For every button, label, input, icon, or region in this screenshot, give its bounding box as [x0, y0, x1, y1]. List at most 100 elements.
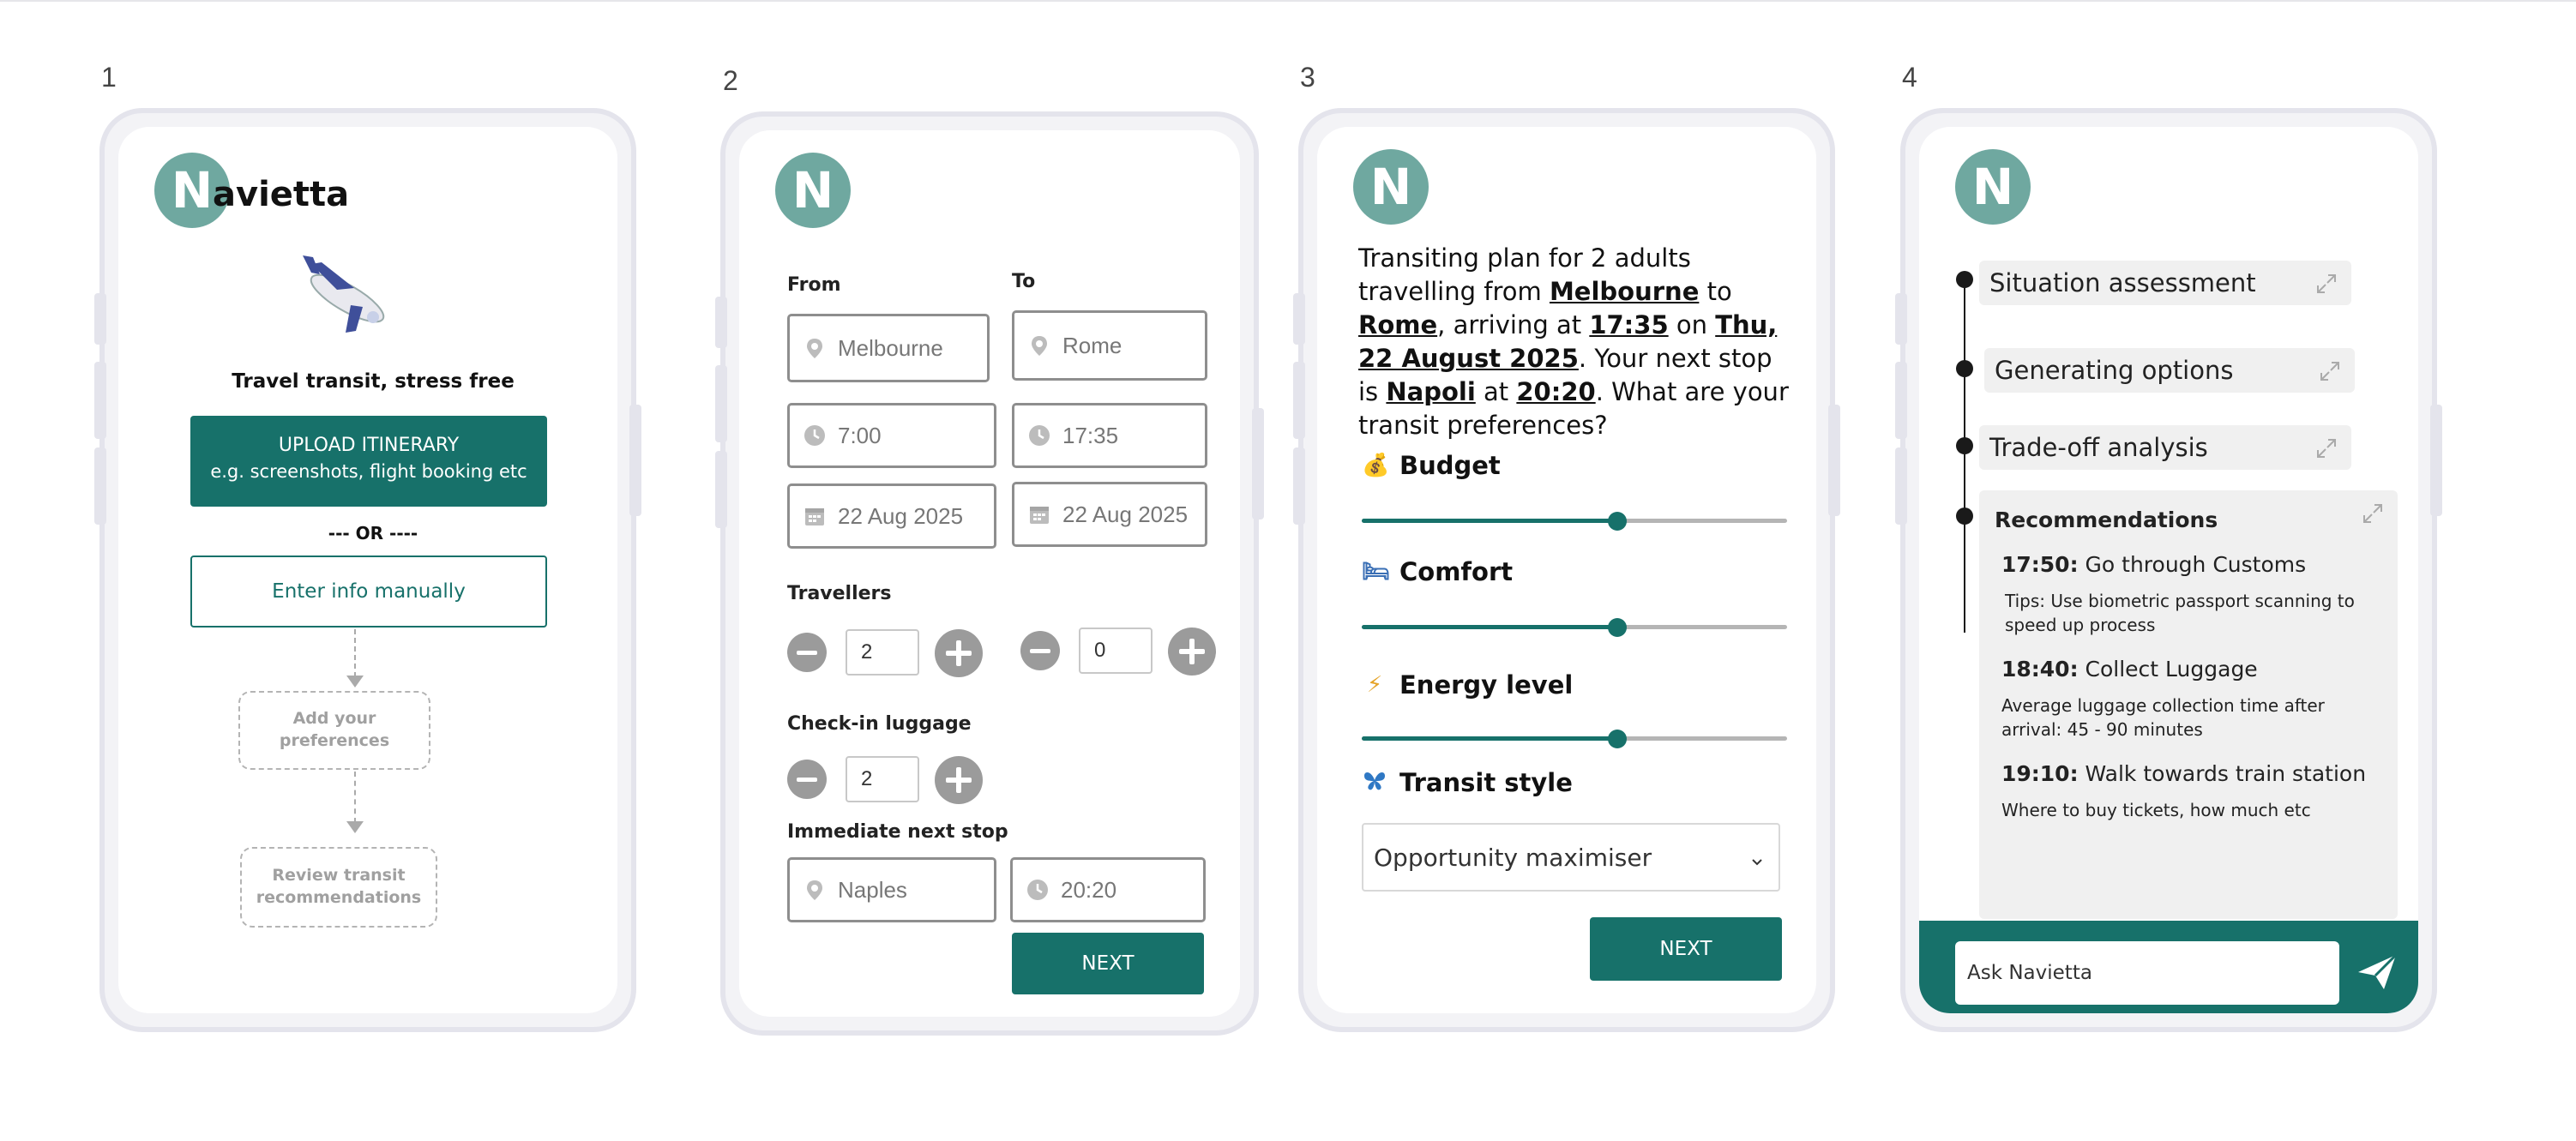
arrival-time-value: 17:35 — [1062, 422, 1119, 448]
recommendation-tip: Tips: Use biometric passport scanning to… — [2005, 591, 2355, 635]
departure-date-input[interactable]: 22 Aug 2025 — [787, 483, 996, 549]
budget-slider-thumb[interactable] — [1608, 512, 1627, 531]
upload-itinerary-button[interactable]: UPLOAD ITINERARY e.g. screenshots, fligh… — [190, 416, 547, 507]
transit-style-label: Transit style — [1399, 768, 1573, 797]
comfort-label: Comfort — [1399, 557, 1514, 586]
children-decrement-button[interactable] — [1020, 631, 1060, 670]
energy-label: Energy level — [1399, 670, 1574, 700]
app-logo-avatar: N — [1955, 149, 2031, 225]
comfort-preference: 🛏 Comfort — [1362, 557, 1513, 586]
arrival-time-input[interactable]: 17:35 — [1012, 403, 1207, 468]
location-pin-icon — [1028, 334, 1050, 357]
clock-icon — [1026, 879, 1049, 901]
adults-increment-button[interactable] — [935, 629, 983, 677]
summary-text: , arriving at — [1437, 310, 1590, 339]
expand-icon[interactable] — [2319, 359, 2341, 381]
transit-style-select[interactable]: Opportunity maximiser — [1362, 823, 1780, 892]
timeline-dot — [1956, 271, 1973, 288]
recommendation-action: Walk towards train station — [2085, 761, 2367, 786]
luggage-decrement-button[interactable] — [787, 760, 827, 799]
comfort-slider-thumb[interactable] — [1608, 618, 1627, 637]
from-input[interactable]: Melbourne — [787, 314, 990, 382]
butterfly-icon — [1362, 769, 1387, 797]
departure-time-input[interactable]: 7:00 — [787, 403, 996, 468]
phone-frame-1: N avietta Travel transit, stress free UP… — [94, 108, 641, 1032]
recommendation-item: 19:10: Walk towards train station Where … — [2001, 761, 2379, 822]
app-logo-avatar: N — [775, 153, 851, 228]
next-stop-city: Napoli — [1386, 377, 1476, 406]
recommendation-action: Go through Customs — [2085, 552, 2307, 577]
transit-style-value: Opportunity maximiser — [1374, 843, 1652, 872]
upload-button-title: UPLOAD ITINERARY — [278, 435, 460, 456]
timeline-dot — [1956, 360, 1973, 377]
adults-decrement-button[interactable] — [787, 633, 827, 672]
summary-text: to — [1699, 277, 1732, 306]
energy-slider-thumb[interactable] — [1608, 730, 1627, 748]
expand-icon[interactable] — [2315, 436, 2338, 459]
recommendations-panel: Recommendations 17:50: Go through Custom… — [1979, 490, 2398, 919]
calendar-icon — [803, 505, 826, 527]
step-generating-options[interactable]: Generating options — [1984, 348, 2355, 393]
enter-manually-button[interactable]: Enter info manually — [190, 555, 547, 628]
step-situation-assessment[interactable]: Situation assessment — [1979, 261, 2351, 305]
next-stop-time: 20:20 — [1516, 377, 1596, 406]
next-stop-input[interactable]: Naples — [787, 857, 996, 922]
arrival-date-input[interactable]: 22 Aug 2025 — [1012, 482, 1207, 547]
recommendation-tip: Average luggage collection time after ar… — [2001, 695, 2325, 740]
tagline: Travel transit, stress free — [232, 370, 515, 393]
step-label: Generating options — [1995, 356, 2234, 385]
energy-slider[interactable] — [1362, 729, 1787, 749]
budget-slider-fill — [1362, 519, 1617, 523]
calendar-icon — [1028, 503, 1050, 525]
lightning-icon: ⚡ — [1366, 672, 1383, 698]
timeline-dot — [1956, 507, 1973, 525]
airplane-icon — [294, 247, 397, 341]
travellers-label: Travellers — [787, 583, 892, 604]
step-label: Situation assessment — [1989, 268, 2256, 297]
budget-preference: 💰 Budget — [1362, 451, 1501, 480]
to-label: To — [1012, 271, 1036, 292]
adults-count-input[interactable]: 2 — [846, 629, 919, 676]
expand-icon[interactable] — [2315, 272, 2338, 294]
or-divider: --- OR ---- — [328, 523, 418, 543]
arrival-date-value: 22 Aug 2025 — [1062, 501, 1189, 527]
location-pin-icon — [803, 337, 826, 359]
app-logo-avatar: N — [1353, 149, 1429, 225]
arrow-down-icon — [346, 676, 364, 688]
children-increment-button[interactable] — [1168, 628, 1216, 676]
luggage-increment-button[interactable] — [935, 756, 983, 804]
next-button[interactable]: NEXT — [1012, 933, 1204, 994]
recommendation-time: 18:40: — [2001, 657, 2079, 682]
next-stop-time-input[interactable]: 20:20 — [1010, 857, 1206, 922]
ask-navietta-input[interactable]: Ask Navietta — [1955, 941, 2339, 1005]
step-tradeoff-analysis[interactable]: Trade-off analysis — [1979, 425, 2351, 470]
expand-icon[interactable] — [2362, 502, 2384, 528]
timeline-line — [1964, 279, 1965, 633]
to-value: Rome — [1062, 332, 1122, 358]
recommendation-time: 17:50: — [2001, 552, 2079, 577]
phone-frame-2: N From To Melbourne Rome 7:00 17:35 22 A… — [715, 111, 1264, 1036]
screen-1: N avietta Travel transit, stress free UP… — [118, 127, 617, 1013]
luggage-count-input[interactable]: 2 — [846, 756, 919, 802]
flow-connector — [354, 629, 356, 677]
comfort-slider[interactable] — [1362, 617, 1787, 638]
origin-city: Melbourne — [1549, 277, 1700, 306]
location-pin-icon — [803, 879, 826, 901]
recommendations-title: Recommendations — [1995, 507, 2218, 532]
recommendation-tip: Where to buy tickets, how much etc — [2001, 800, 2311, 820]
summary-text: at — [1475, 377, 1517, 406]
budget-slider[interactable] — [1362, 511, 1787, 531]
clock-icon — [803, 424, 826, 447]
chevron-down-icon — [1749, 847, 1765, 875]
send-icon[interactable] — [2355, 950, 2399, 994]
departure-date-value: 22 Aug 2025 — [838, 502, 964, 529]
transit-style-preference: Transit style — [1362, 768, 1573, 797]
next-button[interactable]: NEXT — [1590, 917, 1782, 981]
next-stop-time-value: 20:20 — [1061, 876, 1117, 903]
energy-preference: ⚡ Energy level — [1362, 670, 1573, 700]
to-input[interactable]: Rome — [1012, 310, 1207, 381]
children-count-input[interactable]: 0 — [1079, 628, 1153, 674]
bed-icon: 🛏 — [1362, 559, 1391, 585]
comfort-slider-fill — [1362, 625, 1617, 629]
budget-label: Budget — [1399, 451, 1501, 480]
